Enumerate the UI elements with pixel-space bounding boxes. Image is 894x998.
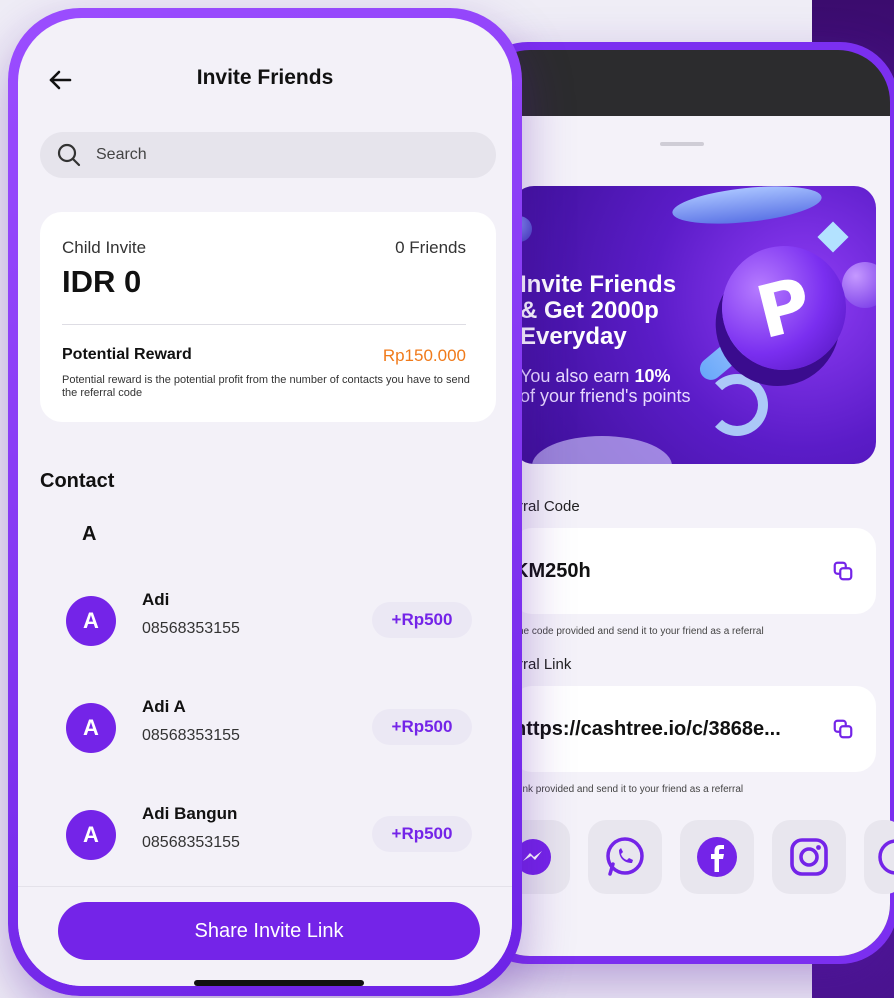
decor-cube <box>817 221 849 253</box>
decor-orb <box>842 262 876 308</box>
referral-link-card: https://cashtree.io/c/3868e... <box>512 686 876 772</box>
avatar: A <box>66 596 116 646</box>
potential-reward-description: Potential reward is the potential profit… <box>62 374 470 399</box>
contact-row[interactable]: A Adi 08568353155 +Rp500 <box>18 590 512 686</box>
banner-title: Invite Friends & Get 2000p Everyday <box>520 271 677 350</box>
decor-swirl <box>532 436 672 464</box>
share-more[interactable] <box>864 820 894 894</box>
referral-code-label: rral Code <box>518 498 580 515</box>
page-title: Invite Friends <box>196 66 334 89</box>
share-invite-link-button[interactable]: Share Invite Link <box>58 902 480 960</box>
more-share-icon <box>878 839 894 875</box>
referral-code-card: KM250h <box>512 528 876 614</box>
invite-reward-button[interactable]: +Rp500 <box>372 602 472 638</box>
contact-name: Adi Bangun <box>142 804 238 823</box>
avatar: A <box>66 703 116 753</box>
child-invite-amount: IDR 0 <box>62 264 142 299</box>
contact-section-title: Contact <box>40 470 115 492</box>
referral-code-value: KM250h <box>514 560 591 582</box>
home-indicator <box>194 980 364 986</box>
copy-icon[interactable] <box>832 718 854 740</box>
instagram-icon <box>790 838 828 876</box>
referral-link-value: https://cashtree.io/c/3868e... <box>514 718 781 740</box>
invite-friends-screen: Invite Friends Child Invite 0 Friends ID… <box>18 18 512 986</box>
whatsapp-icon <box>606 837 644 876</box>
banner-sub-prefix: You also earn <box>520 366 635 386</box>
search-bar[interactable] <box>40 132 496 178</box>
banner-sub-suffix: of your friend's points <box>520 386 691 406</box>
banner-sub-percent: 10% <box>634 366 671 386</box>
decor-disc <box>670 186 824 230</box>
contact-name: Adi A <box>142 697 186 716</box>
friends-count: 0 Friends <box>395 238 466 257</box>
front-phone: Invite Friends Child Invite 0 Friends ID… <box>8 8 522 996</box>
potential-reward-label: Potential Reward <box>62 346 192 363</box>
copy-icon[interactable] <box>832 560 854 582</box>
contact-row[interactable]: A Adi A 08568353155 +Rp500 <box>18 697 512 793</box>
contact-phone: 08568353155 <box>142 727 240 744</box>
child-invite-label: Child Invite <box>62 238 147 257</box>
divider <box>62 324 466 325</box>
invite-reward-button[interactable]: +Rp500 <box>372 816 472 852</box>
sheet-handle[interactable] <box>660 142 704 146</box>
coin-letter: P <box>748 260 820 356</box>
banner-subtitle: You also earn 10% of your friend's point… <box>520 366 691 406</box>
contact-phone: 08568353155 <box>142 834 240 851</box>
referral-link-hint: link provided and send it to your friend… <box>518 784 744 795</box>
invite-summary-card: Child Invite 0 Friends IDR 0 Potential R… <box>40 212 496 422</box>
share-whatsapp[interactable] <box>588 820 662 894</box>
referral-link-label: rral Link <box>518 656 572 673</box>
search-icon <box>57 143 81 167</box>
alphabet-header: A <box>82 523 97 545</box>
search-input[interactable] <box>94 145 454 165</box>
avatar: A <box>66 810 116 860</box>
referral-code-hint: he code provided and send it to your fri… <box>518 626 764 637</box>
invite-reward-button[interactable]: +Rp500 <box>372 709 472 745</box>
contact-name: Adi <box>142 590 170 609</box>
share-facebook[interactable] <box>680 820 754 894</box>
invite-banner: P Invite Friends & Get 2000p Everyday Yo… <box>512 186 876 464</box>
decor-ring <box>706 374 768 436</box>
potential-reward-value: Rp150.000 <box>382 346 466 365</box>
share-instagram[interactable] <box>772 820 846 894</box>
facebook-icon <box>697 837 737 877</box>
contact-phone: 08568353155 <box>142 620 240 637</box>
